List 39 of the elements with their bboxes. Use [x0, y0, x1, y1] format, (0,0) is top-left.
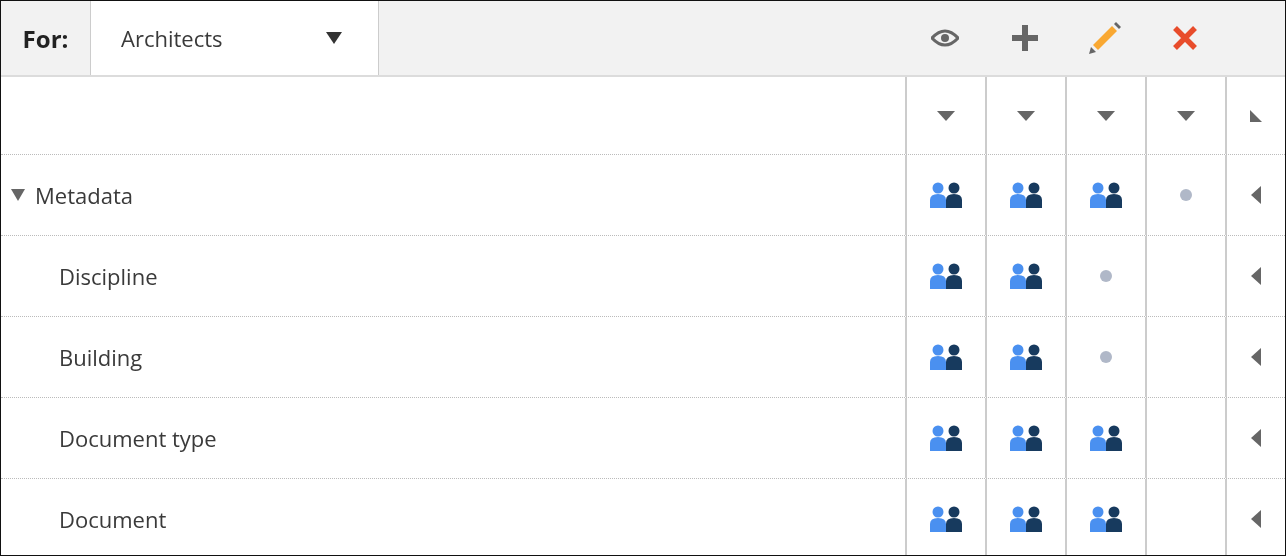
row-label: Document type	[59, 423, 217, 453]
collapse-arrow-icon[interactable]	[1251, 186, 1261, 204]
row-label: Building	[59, 342, 143, 372]
group-icon[interactable]	[1010, 263, 1042, 289]
collapse-arrow-icon[interactable]	[1251, 267, 1261, 285]
group-icon[interactable]	[1010, 425, 1042, 451]
pencil-icon	[1088, 21, 1122, 55]
collapse-arrow-icon[interactable]	[1251, 429, 1261, 447]
group-icon[interactable]	[1010, 344, 1042, 370]
dropdown-caret-icon[interactable]	[937, 110, 955, 121]
row-label: Metadata	[35, 180, 133, 210]
dropdown-caret-icon[interactable]	[1177, 110, 1195, 121]
collapse-arrow-icon[interactable]	[1251, 348, 1261, 366]
group-icon[interactable]	[1090, 506, 1122, 532]
group-icon[interactable]	[1010, 182, 1042, 208]
group-icon[interactable]	[930, 506, 962, 532]
dot-icon[interactable]	[1100, 351, 1112, 363]
corner-triangle-icon[interactable]	[1250, 109, 1262, 122]
dot-icon[interactable]	[1100, 270, 1112, 282]
close-icon	[1172, 25, 1198, 51]
role-dropdown[interactable]: Architects	[90, 1, 379, 75]
group-icon[interactable]	[1010, 506, 1042, 532]
dot-icon[interactable]	[1180, 189, 1192, 201]
row-label: Document	[59, 504, 167, 534]
group-icon[interactable]	[1090, 425, 1122, 451]
group-icon[interactable]	[930, 182, 962, 208]
dropdown-caret-icon[interactable]	[1017, 110, 1035, 121]
caret-icon	[326, 32, 342, 44]
row-label: Discipline	[59, 261, 158, 291]
dropdown-caret-icon[interactable]	[1097, 110, 1115, 121]
eye-icon	[931, 29, 959, 47]
plus-icon	[1012, 25, 1038, 51]
collapse-arrow-icon[interactable]	[1251, 510, 1261, 528]
expand-caret-icon[interactable]	[11, 189, 25, 201]
group-icon[interactable]	[1090, 182, 1122, 208]
group-icon[interactable]	[930, 344, 962, 370]
for-label: For:	[21, 20, 70, 57]
group-icon[interactable]	[930, 263, 962, 289]
group-icon[interactable]	[930, 425, 962, 451]
